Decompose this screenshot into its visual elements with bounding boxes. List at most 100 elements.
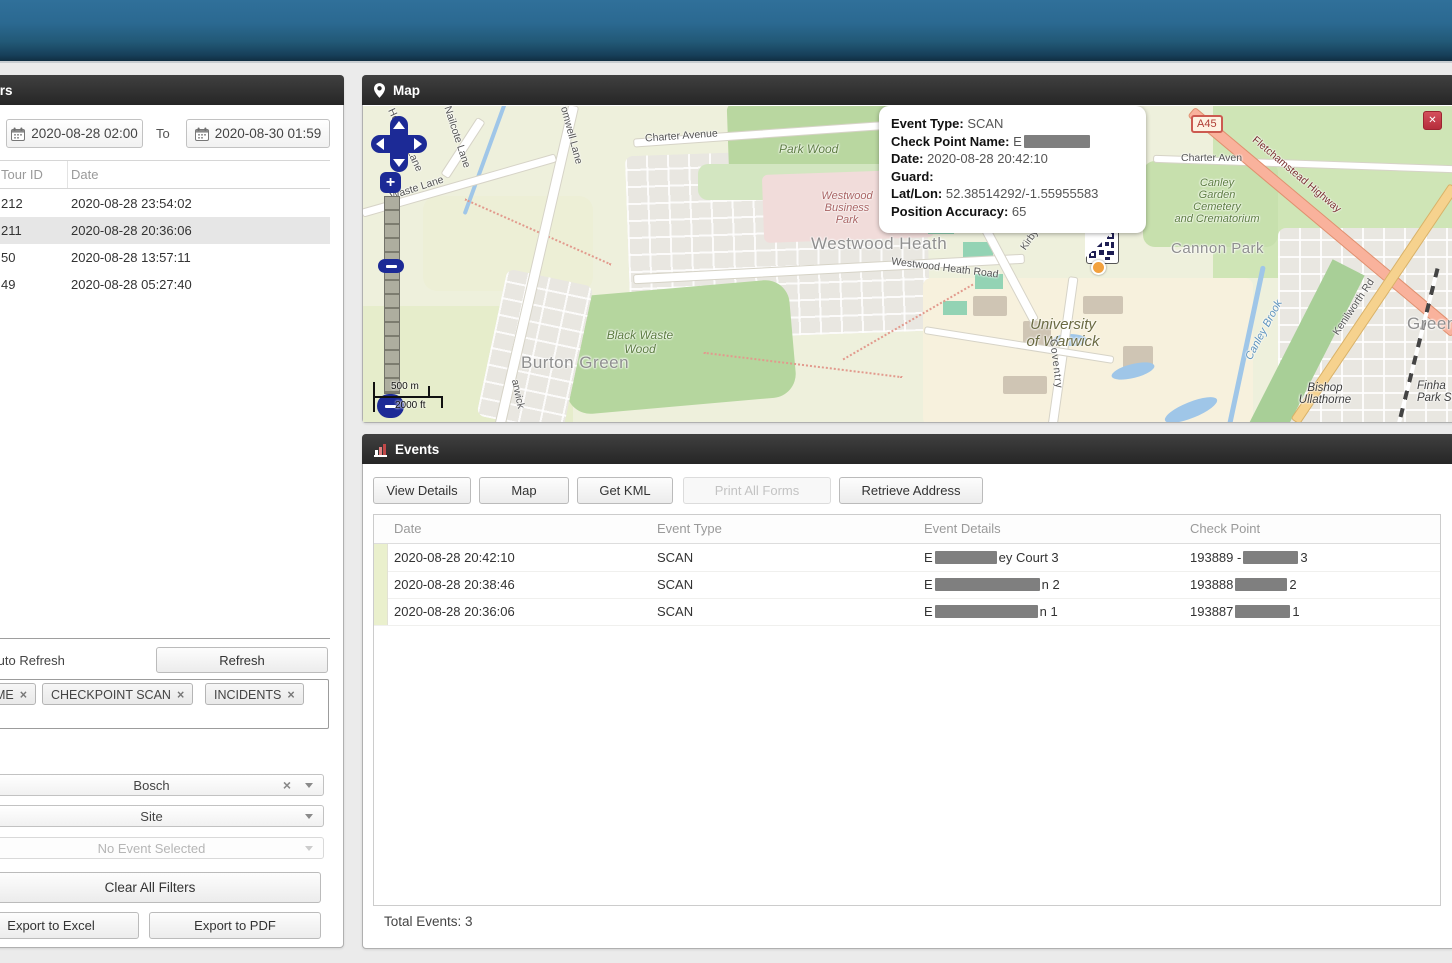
popup-checkpoint-label: Check Point Name: bbox=[891, 134, 1009, 149]
events-col-date: Date bbox=[394, 515, 421, 543]
export-to-excel-button[interactable]: Export to Excel bbox=[0, 912, 139, 939]
popup-accuracy-value: 65 bbox=[1008, 204, 1026, 219]
tour-date: 2020-08-28 05:27:40 bbox=[71, 271, 192, 298]
total-events-label: Total Events: 3 bbox=[384, 914, 473, 929]
event-checkpoint: 193887 1 bbox=[1190, 598, 1300, 625]
tour-row[interactable]: 50 2020-08-28 13:57:11 bbox=[0, 244, 330, 271]
filter-tag-label: ME bbox=[0, 688, 14, 702]
popup-checkpoint-name: Check Point Name: E bbox=[891, 133, 1134, 151]
event-details-suffix: n 1 bbox=[1040, 604, 1058, 619]
map-label-university-of-warwick: University of Warwick bbox=[1005, 316, 1121, 350]
filter-tag-label: CHECKPOINT SCAN bbox=[51, 688, 171, 702]
export-to-pdf-button[interactable]: Export to PDF bbox=[149, 912, 321, 939]
tour-date-from-input[interactable]: 2020-08-28 02:00 bbox=[6, 119, 143, 148]
clear-selection-icon[interactable]: × bbox=[283, 777, 291, 793]
map-pin-icon bbox=[374, 83, 385, 98]
map-panel-header: Map bbox=[362, 75, 1452, 105]
popup-accuracy: Position Accuracy: 65 bbox=[891, 203, 1134, 221]
bar-chart-bar bbox=[383, 444, 386, 455]
map-building bbox=[1083, 296, 1123, 314]
filter-tag[interactable]: CHECKPOINT SCAN × bbox=[42, 683, 193, 705]
map-sports-field bbox=[943, 301, 967, 315]
popup-latlon-label: Lat/Lon: bbox=[891, 186, 942, 201]
event-row[interactable]: 2020-08-28 20:38:46 SCAN En 2 1938882 bbox=[374, 571, 1440, 599]
gps-position-dot bbox=[1091, 260, 1106, 275]
remove-tag-icon[interactable]: × bbox=[20, 688, 27, 702]
device-select[interactable]: Bosch × bbox=[0, 774, 324, 796]
map-building bbox=[973, 296, 1007, 316]
tour-id: 211 bbox=[1, 217, 22, 244]
map-scale-bar: 500 m 2000 ft bbox=[373, 378, 453, 418]
event-details-suffix: ey Court 3 bbox=[999, 550, 1059, 565]
event-checkpoint-suffix: 2 bbox=[1289, 577, 1296, 592]
events-col-event-details: Event Details bbox=[924, 515, 1001, 543]
pan-right-arrow-icon[interactable] bbox=[414, 138, 422, 150]
tour-row[interactable]: 212 2020-08-28 23:54:02 bbox=[0, 190, 330, 217]
get-kml-button[interactable]: Get KML bbox=[577, 477, 673, 504]
map-button[interactable]: Map bbox=[479, 477, 569, 504]
map-label-westwood-heath: Westwood Heath bbox=[811, 234, 907, 254]
event-details-prefix: E bbox=[924, 550, 933, 565]
zoom-slider-track[interactable] bbox=[384, 196, 400, 394]
event-row[interactable]: 2020-08-28 20:36:06 SCAN En 1 1938871 bbox=[374, 598, 1440, 626]
event-checkpoint-prefix: 193888 bbox=[1190, 577, 1233, 592]
zoom-in-button[interactable]: + bbox=[380, 172, 401, 193]
event-checkpoint-suffix: 1 bbox=[1292, 604, 1299, 619]
event-type: SCAN bbox=[657, 571, 693, 598]
popup-date-value: 2020-08-28 20:42:10 bbox=[924, 151, 1048, 166]
retrieve-address-button[interactable]: Retrieve Address bbox=[839, 477, 983, 504]
view-details-button[interactable]: View Details bbox=[373, 477, 471, 504]
zoom-slider-handle[interactable] bbox=[378, 259, 404, 273]
refresh-button[interactable]: Refresh bbox=[156, 647, 328, 673]
redaction-block bbox=[935, 605, 1038, 618]
filter-tag[interactable]: ME × bbox=[0, 683, 36, 705]
popup-close-button[interactable]: ✕ bbox=[1423, 111, 1442, 130]
event-select-disabled: No Event Selected bbox=[0, 837, 324, 859]
event-checkpoint-suffix: 3 bbox=[1300, 550, 1307, 565]
events-panel-header: Events bbox=[362, 434, 1452, 464]
tours-panel: Tours 2020-08-28 02:00 To 2020-08-30 01:… bbox=[0, 75, 344, 948]
app-root: Tours 2020-08-28 02:00 To 2020-08-30 01:… bbox=[0, 0, 1452, 963]
redaction-block bbox=[1235, 605, 1290, 618]
map-event-popup: Event Type: SCAN Check Point Name: E Dat… bbox=[879, 106, 1146, 233]
event-filter-tags-box: ME × CHECKPOINT SCAN × INCIDENTS × bbox=[0, 679, 329, 729]
bar-chart-icon bbox=[374, 442, 387, 457]
map-label-park-wood: Park Wood bbox=[779, 142, 838, 156]
event-status-stripe bbox=[374, 571, 388, 598]
remove-tag-icon[interactable]: × bbox=[177, 688, 184, 702]
slider-handle-bar bbox=[386, 265, 397, 268]
map-canvas[interactable]: Charter Avenue Charter Aven Park Wood We… bbox=[363, 106, 1452, 422]
map-label-cannon-park: Cannon Park bbox=[1171, 240, 1264, 257]
remove-tag-icon[interactable]: × bbox=[287, 688, 294, 702]
tour-date: 2020-08-28 23:54:02 bbox=[71, 190, 192, 217]
print-all-forms-button: Print All Forms bbox=[683, 477, 831, 504]
pan-down-arrow-icon[interactable] bbox=[393, 159, 405, 167]
site-select[interactable]: Site bbox=[0, 805, 324, 827]
chevron-down-icon bbox=[305, 846, 313, 851]
event-details: Eey Court 3 bbox=[924, 544, 1059, 571]
map-label-charter-avenue-east: Charter Aven bbox=[1181, 152, 1242, 164]
tour-date-to-input[interactable]: 2020-08-30 01:59 bbox=[186, 119, 330, 148]
map-popup-tail bbox=[1085, 230, 1115, 258]
map-label-finham-park: Finha Park Sc bbox=[1417, 380, 1452, 404]
filter-tag[interactable]: INCIDENTS × bbox=[205, 683, 304, 705]
tour-row[interactable]: 49 2020-08-28 05:27:40 bbox=[0, 271, 330, 298]
tour-row-selected[interactable]: 211 2020-08-28 20:36:06 bbox=[0, 217, 330, 244]
pan-left-arrow-icon[interactable] bbox=[376, 138, 384, 150]
event-row[interactable]: 2020-08-28 20:42:10 SCAN Eey Court 3 193… bbox=[374, 544, 1440, 572]
filter-tag-label: INCIDENTS bbox=[214, 688, 281, 702]
map-label-black-waste-wood: Black Waste Wood bbox=[585, 328, 695, 356]
map-label-burton-green: Burton Green bbox=[521, 353, 629, 373]
map-pan-control[interactable] bbox=[371, 116, 427, 172]
popup-date-label: Date: bbox=[891, 151, 924, 166]
scale-tick-imperial bbox=[441, 396, 443, 408]
popup-checkpoint-value: E bbox=[1009, 134, 1021, 149]
event-checkpoint-prefix: 193887 bbox=[1190, 604, 1233, 619]
popup-accuracy-label: Position Accuracy: bbox=[891, 204, 1008, 219]
divider bbox=[0, 638, 330, 639]
redaction-block bbox=[1243, 551, 1298, 564]
event-date: 2020-08-28 20:42:10 bbox=[394, 544, 515, 571]
pan-up-arrow-icon[interactable] bbox=[393, 121, 405, 129]
event-details-prefix: E bbox=[924, 577, 933, 592]
clear-all-filters-button[interactable]: Clear All Filters bbox=[0, 872, 321, 903]
